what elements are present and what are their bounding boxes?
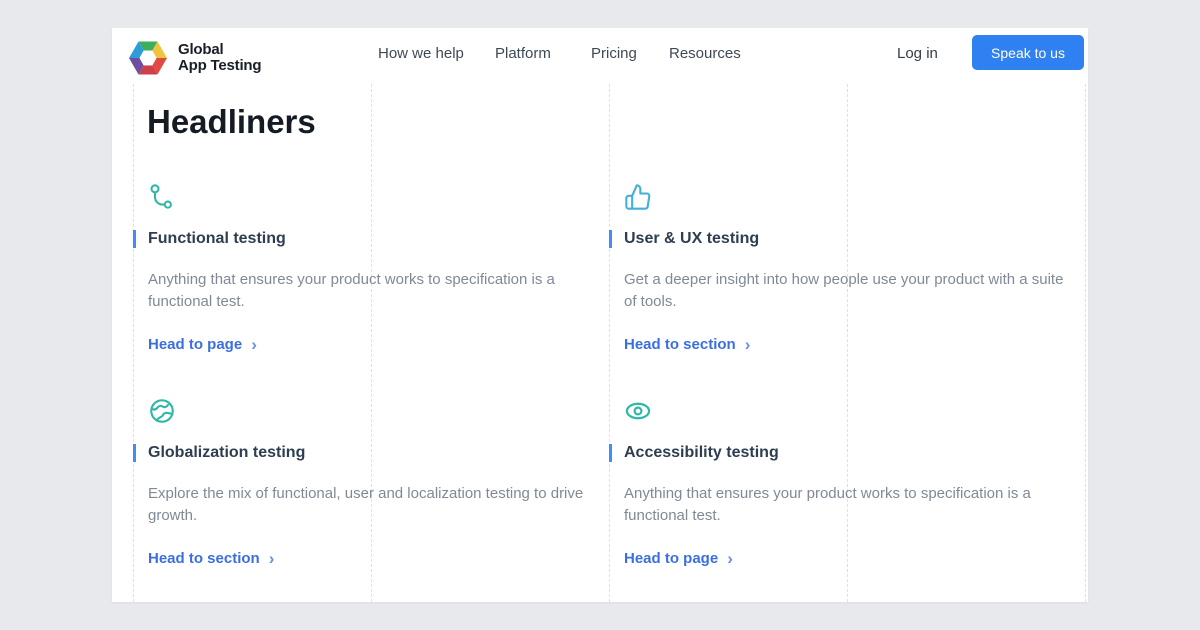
nav-item-platform[interactable]: Platform bbox=[495, 45, 551, 62]
nav-item-resources[interactable]: Resources bbox=[669, 45, 741, 62]
head-to-section-link[interactable]: Head to section › bbox=[148, 550, 609, 567]
card-globalization-testing: Globalization testing Explore the mix of… bbox=[133, 397, 609, 567]
card-title: Accessibility testing bbox=[609, 444, 1085, 462]
logo-hexagon-icon bbox=[128, 37, 168, 79]
chevron-right-icon: › bbox=[745, 337, 751, 352]
nav-item-pricing[interactable]: Pricing bbox=[591, 45, 637, 62]
card-description: Anything that ensures your product works… bbox=[624, 483, 1076, 527]
card-description: Explore the mix of functional, user and … bbox=[148, 483, 600, 527]
eye-icon bbox=[624, 397, 652, 425]
card-title: Globalization testing bbox=[133, 444, 609, 462]
head-to-section-link[interactable]: Head to section › bbox=[624, 336, 1085, 353]
card-functional-testing: Functional testing Anything that ensures… bbox=[133, 183, 609, 353]
head-to-page-link[interactable]: Head to page › bbox=[148, 336, 609, 353]
grid-divider bbox=[1085, 84, 1086, 602]
card-user-ux-testing: User & UX testing Get a deeper insight i… bbox=[609, 183, 1085, 353]
chevron-right-icon: › bbox=[727, 551, 733, 566]
nav-item-how-we-help[interactable]: How we help bbox=[378, 45, 464, 62]
route-icon bbox=[148, 183, 176, 211]
logo[interactable]: Global App Testing bbox=[128, 37, 261, 79]
chevron-right-icon: › bbox=[269, 551, 275, 566]
head-to-page-link[interactable]: Head to page › bbox=[624, 550, 1085, 567]
card-description: Get a deeper insight into how people use… bbox=[624, 269, 1076, 313]
logo-text: Global App Testing bbox=[178, 42, 261, 74]
card-accessibility-testing: Accessibility testing Anything that ensu… bbox=[609, 397, 1085, 567]
card-description: Anything that ensures your product works… bbox=[148, 269, 600, 313]
card-title: User & UX testing bbox=[609, 230, 1085, 248]
thumbs-up-icon bbox=[624, 183, 652, 211]
page-background: { "header": { "logo": { "line1": "Global… bbox=[0, 0, 1200, 630]
card-title: Functional testing bbox=[133, 230, 609, 248]
page-title: Headliners bbox=[147, 102, 316, 142]
chevron-right-icon: › bbox=[251, 337, 257, 352]
login-link[interactable]: Log in bbox=[897, 45, 938, 62]
site-container: Global App Testing How we help Platform … bbox=[112, 28, 1088, 602]
speak-to-us-button[interactable]: Speak to us bbox=[972, 35, 1084, 70]
globe-icon bbox=[148, 397, 176, 425]
